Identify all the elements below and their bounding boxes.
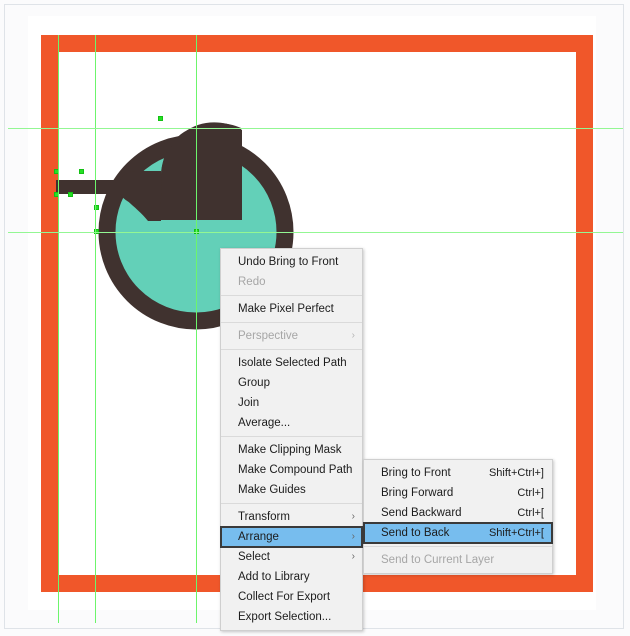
menu-separator (221, 322, 362, 323)
menu-item-label: Make Compound Path (238, 464, 353, 476)
canvas-context-menu[interactable]: Undo Bring to Front Redo Make Pixel Perfec… (220, 248, 363, 631)
menu-separator (221, 295, 362, 296)
menu-item-make-pixel-perfect[interactable]: Make Pixel Perfect (221, 299, 362, 319)
menu-item-label: Select (238, 551, 270, 563)
illustrator-canvas-stage[interactable]: Undo Bring to Front Redo Make Pixel Perfec… (0, 0, 630, 636)
menu-item-label: Arrange (238, 531, 279, 543)
menu-item-label: Collect For Export (238, 591, 331, 603)
menu-item-label: Make Pixel Perfect (238, 303, 334, 315)
menu-item-label: Join (238, 397, 260, 409)
menu-item-label: Send Backward (381, 507, 462, 519)
path-anchor-point[interactable] (158, 116, 163, 121)
menu-separator (221, 503, 362, 504)
menu-item-label: Redo (238, 276, 266, 288)
menu-item-make-clipping-mask[interactable]: Make Clipping Mask (221, 440, 362, 460)
menu-item-label: Export Selection... (238, 611, 332, 623)
menu-item-perspective: Perspective › (221, 326, 362, 346)
menu-item-shortcut: Ctrl+[ (517, 507, 544, 519)
menu-item-average[interactable]: Average... (221, 413, 362, 433)
menu-item-label: Send to Back (381, 527, 450, 539)
chevron-right-icon: › (351, 330, 355, 341)
chevron-right-icon: › (351, 531, 355, 542)
vertical-guide[interactable] (196, 35, 197, 623)
menu-item-label: Add to Library (238, 571, 310, 583)
menu-item-make-compound-path[interactable]: Make Compound Path (221, 460, 362, 480)
path-anchor-point[interactable] (68, 192, 73, 197)
vertical-guide[interactable] (95, 35, 96, 623)
menu-item-make-guides[interactable]: Make Guides (221, 480, 362, 500)
menu-item-collect-for-export[interactable]: Collect For Export (221, 587, 362, 607)
menu-item-label: Isolate Selected Path (238, 357, 347, 369)
menu-separator (221, 436, 362, 437)
menu-item-label: Send to Current Layer (381, 554, 495, 566)
menu-item-bring-to-front[interactable]: Bring to Front Shift+Ctrl+] (364, 463, 552, 483)
menu-item-group[interactable]: Group (221, 373, 362, 393)
menu-item-label: Bring Forward (381, 487, 454, 499)
horizontal-guide[interactable] (8, 128, 623, 129)
menu-separator (364, 546, 552, 547)
menu-item-label: Bring to Front (381, 467, 451, 479)
menu-item-label: Undo Bring to Front (238, 256, 339, 268)
menu-item-arrange[interactable]: Arrange › (220, 526, 363, 548)
menu-item-label: Perspective (238, 330, 299, 342)
menu-item-shortcut: Ctrl+] (517, 487, 544, 499)
menu-item-add-to-library[interactable]: Add to Library (221, 567, 362, 587)
menu-item-undo-bring-to-front[interactable]: Undo Bring to Front (221, 252, 362, 272)
menu-item-join[interactable]: Join (221, 393, 362, 413)
menu-item-label: Group (238, 377, 270, 389)
menu-item-label: Average... (238, 417, 291, 429)
chevron-right-icon: › (351, 551, 355, 562)
menu-item-export-selection[interactable]: Export Selection... (221, 607, 362, 627)
menu-item-shortcut: Shift+Ctrl+[ (488, 527, 544, 539)
menu-item-label: Make Clipping Mask (238, 444, 342, 456)
menu-item-label: Transform (238, 511, 290, 523)
menu-item-send-to-back[interactable]: Send to Back Shift+Ctrl+[ (363, 522, 553, 544)
horizontal-guide[interactable] (8, 232, 623, 233)
path-anchor-point[interactable] (79, 169, 84, 174)
chevron-right-icon: › (351, 511, 355, 522)
menu-item-isolate-selected-path[interactable]: Isolate Selected Path (221, 353, 362, 373)
menu-item-label: Make Guides (238, 484, 306, 496)
menu-item-bring-forward[interactable]: Bring Forward Ctrl+] (364, 483, 552, 503)
menu-item-shortcut: Shift+Ctrl+] (488, 467, 544, 479)
menu-item-transform[interactable]: Transform › (221, 507, 362, 527)
menu-item-send-to-current-layer: Send to Current Layer (364, 550, 552, 570)
menu-item-select[interactable]: Select › (221, 547, 362, 567)
arrange-submenu[interactable]: Bring to Front Shift+Ctrl+] Bring Forward C… (363, 459, 553, 574)
vertical-guide[interactable] (58, 35, 59, 623)
menu-item-send-backward[interactable]: Send Backward Ctrl+[ (364, 503, 552, 523)
menu-separator (221, 349, 362, 350)
menu-item-redo: Redo (221, 272, 362, 292)
